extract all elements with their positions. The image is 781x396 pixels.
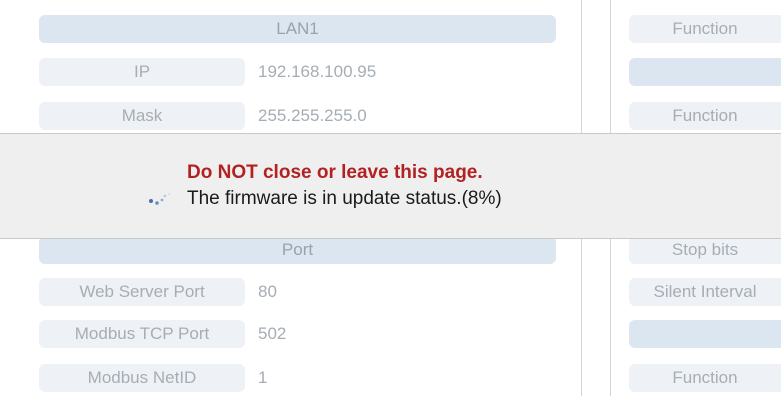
firmware-update-overlay: Do NOT close or leave this page. The fir…: [0, 133, 781, 239]
mask-value: 255.255.255.0: [258, 106, 367, 125]
ip-label: IP: [39, 58, 245, 86]
update-warning-message: Do NOT close or leave this page.: [187, 162, 483, 183]
silent-interval-label: Silent Interval: [629, 278, 781, 306]
port-section-header: Port: [39, 236, 556, 264]
web-server-port-value: 80: [258, 282, 277, 301]
ip-value: 192.168.100.95: [258, 62, 377, 81]
mask-label: Mask: [39, 102, 245, 130]
modbus-tcp-port-value: 502: [258, 324, 287, 343]
function-label: Function: [629, 364, 781, 392]
section-header-bar: [629, 320, 781, 348]
loading-spinner-icon: [148, 192, 172, 206]
modbus-netid-label: Modbus NetID: [39, 364, 245, 392]
web-server-port-label: Web Server Port: [39, 278, 245, 306]
stop-bits-label: Stop bits: [629, 236, 781, 264]
function-label: Function: [629, 15, 781, 43]
modbus-netid-value: 1: [258, 368, 268, 387]
lan1-section-header: LAN1: [39, 15, 556, 43]
modbus-tcp-port-label: Modbus TCP Port: [39, 320, 245, 348]
update-status-message: The firmware is in update status.(8%): [187, 188, 502, 209]
section-header-bar: [629, 58, 781, 86]
function-label: Function: [629, 102, 781, 130]
